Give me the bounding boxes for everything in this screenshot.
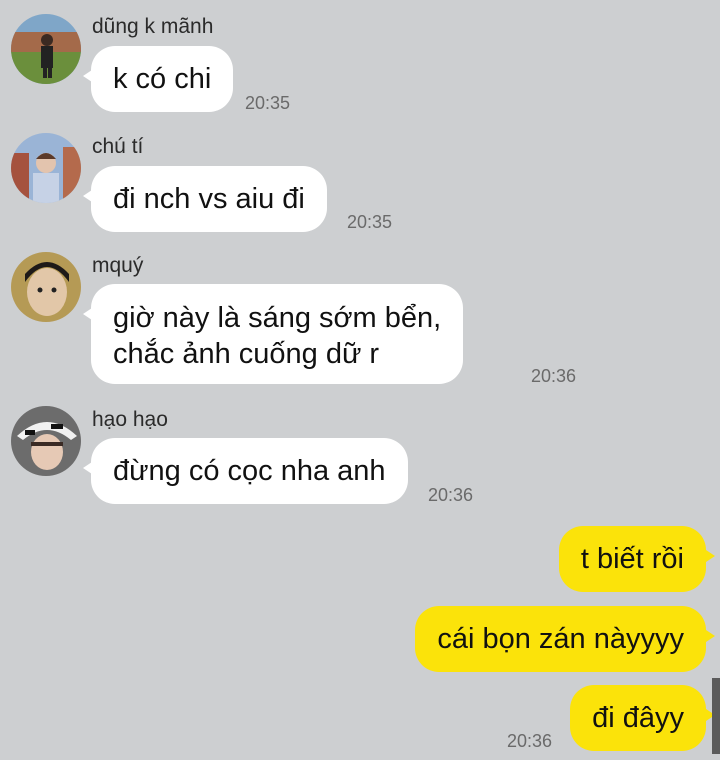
message-text: đi đâyy [592,702,684,734]
message-time: 20:36 [507,731,553,751]
message-text: đừng có cọc nha anh [113,455,386,487]
avatar-photo-icon [11,14,81,84]
sender-name: mquý [92,254,144,277]
message-bubble[interactable]: giờ này là sáng sớm bển, chắc ảnh cuống … [82,284,464,384]
message-time: 20:35 [245,93,291,113]
message-time: 20:36 [531,366,577,386]
avatar[interactable] [11,133,81,203]
outgoing-message-bubble[interactable]: cái bọn zán nàyyyy [415,606,715,672]
outgoing-message-bubble[interactable]: t biết rồi [558,526,716,592]
message-text: k có chi [113,63,212,95]
sender-name: chú tí [92,135,144,158]
sender-name: hạo hạo [92,408,168,431]
avatar[interactable] [11,406,81,476]
message-text: cái bọn zán nàyyyy [437,623,684,655]
message-time: 20:35 [347,212,393,232]
message-text: đi nch vs aiu đi [113,183,305,215]
message-bubble[interactable]: đi nch vs aiu đi [83,166,327,232]
message-text: t biết rồi [580,543,684,575]
avatar[interactable] [11,252,81,322]
sender-name: dũng k mãnh [92,15,214,38]
avatar-photo-icon [11,406,81,476]
outgoing-message-bubble[interactable]: đi đâyy [570,685,715,751]
message-text-line: giờ này là sáng sớm bển, [113,302,442,334]
message-time: 20:36 [428,485,474,505]
scrollbar[interactable] [712,678,720,754]
avatar-photo-icon [11,133,81,203]
avatar-photo-icon [11,252,81,322]
message-text-line: chắc ảnh cuống dữ r [113,338,380,370]
message-bubble[interactable]: đừng có cọc nha anh [83,438,408,504]
message-bubble[interactable]: k có chi [82,46,234,112]
avatar[interactable] [11,14,81,84]
